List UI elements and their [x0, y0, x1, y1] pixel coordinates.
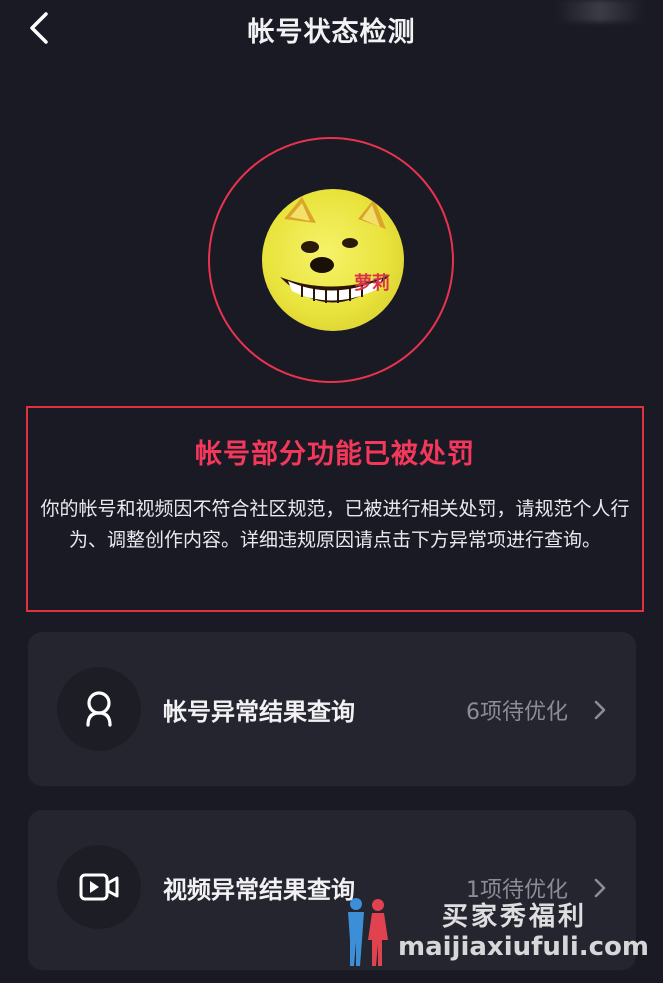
video-icon	[79, 873, 119, 901]
avatar-overlay-text: 萝莉	[354, 273, 390, 294]
user-icon-badge	[57, 667, 141, 751]
avatar: 萝莉	[262, 189, 404, 331]
notice-body: 你的帐号和视频因不符合社区规范，已被进行相关处罚，请规范个人行为、调整创作内容。…	[40, 498, 630, 551]
watermark: 买家秀福利 maijiaxiufuli.com	[338, 894, 658, 974]
video-check-label: 视频异常结果查询	[163, 876, 355, 904]
account-check-card[interactable]: 帐号异常结果查询 6项待优化	[28, 632, 636, 786]
notice-title: 帐号部分功能已被处罚	[195, 439, 475, 470]
header: 帐号状态检测	[0, 0, 663, 58]
video-icon-badge	[57, 845, 141, 929]
account-check-status: 6项待优化	[466, 700, 568, 725]
watermark-cn: 买家秀福利	[442, 902, 588, 932]
doge-face-image	[280, 197, 390, 303]
chevron-right-icon	[594, 700, 606, 720]
watermark-en: maijiaxiufuli.com	[398, 932, 649, 962]
penalty-notice: 帐号部分功能已被处罚 你的帐号和视频因不符合社区规范，已被进行相关处罚，请规范个…	[26, 406, 644, 612]
user-icon	[86, 691, 112, 727]
couple-silhouette-icon	[348, 898, 388, 966]
account-check-label: 帐号异常结果查询	[163, 698, 355, 726]
blurred-overlay	[555, 0, 645, 22]
